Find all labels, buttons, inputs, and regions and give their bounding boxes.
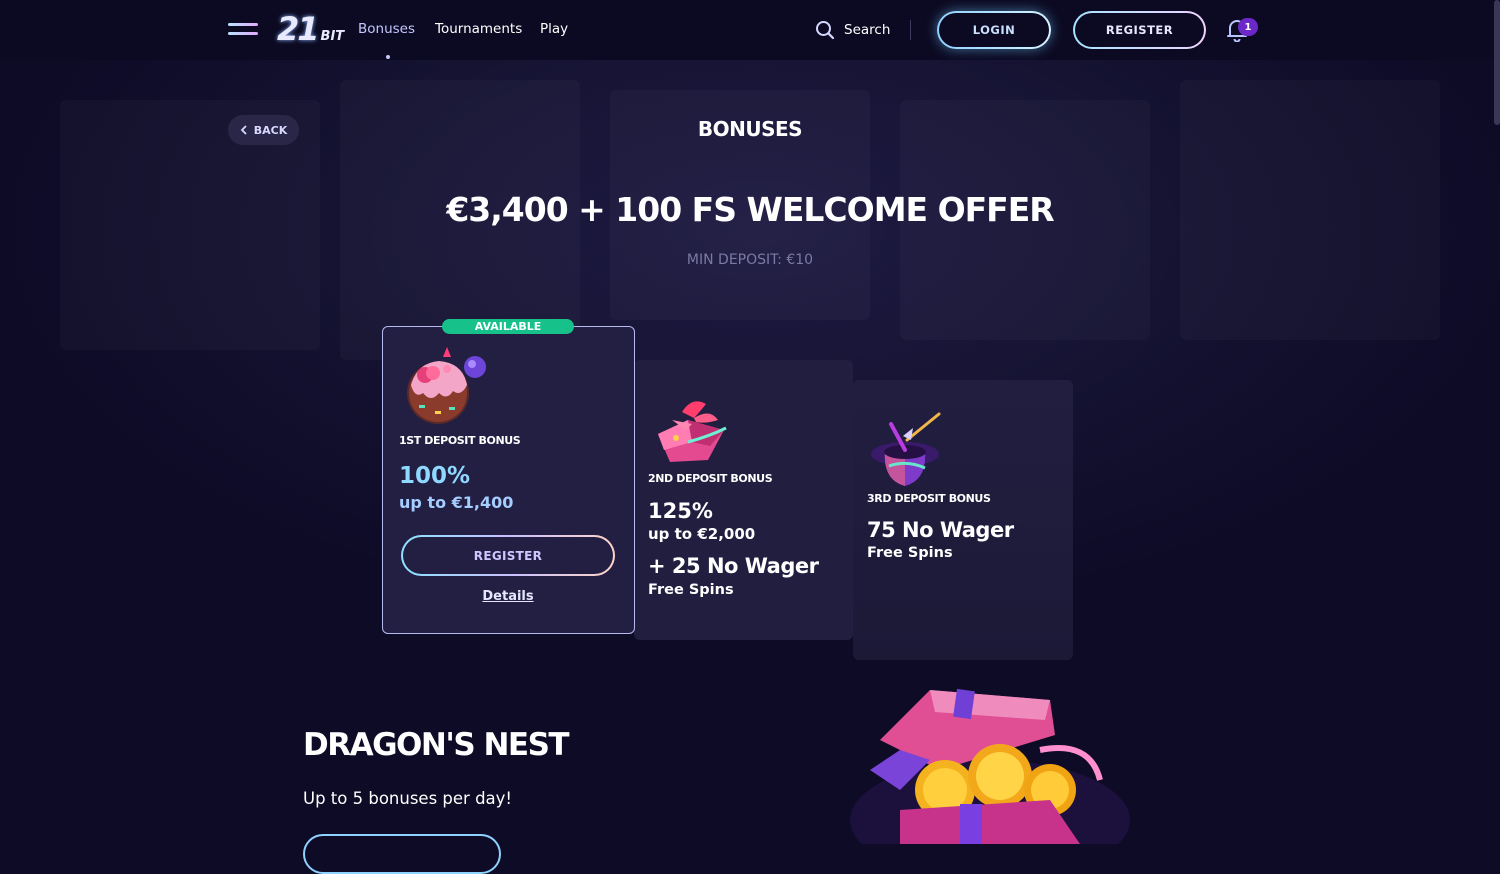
nav-play[interactable]: Play bbox=[540, 21, 568, 37]
card-small: Free Spins bbox=[867, 545, 953, 561]
available-badge: AVAILABLE bbox=[442, 319, 574, 334]
logo-number: 21 bbox=[277, 10, 320, 48]
card-percent: 100% bbox=[399, 463, 471, 489]
search-button[interactable]: Search bbox=[815, 20, 890, 40]
card-upto: up to €1,400 bbox=[399, 493, 514, 512]
magic-hat-icon bbox=[871, 412, 941, 486]
card-title: 1ST DEPOSIT BONUS bbox=[399, 434, 521, 447]
logo[interactable]: 21 BIT bbox=[277, 10, 345, 48]
card-extra-big: + 25 No Wager bbox=[648, 554, 819, 578]
search-label: Search bbox=[844, 22, 891, 38]
gift-icon bbox=[658, 401, 727, 462]
treasure-chest-icon bbox=[850, 688, 1130, 844]
card-big: 75 No Wager bbox=[867, 518, 1014, 542]
donut-icon bbox=[407, 347, 486, 424]
dragons-nest-subtitle: Up to 5 bonuses per day! bbox=[303, 789, 513, 808]
menu-icon[interactable] bbox=[228, 21, 258, 39]
card-title: 3RD DEPOSIT BONUS bbox=[867, 492, 991, 505]
register-button[interactable]: REGISTER bbox=[1073, 11, 1206, 49]
top-header: 21 BIT Bonuses Tournaments Play Search L… bbox=[0, 0, 1500, 60]
header-divider bbox=[910, 20, 911, 40]
card-percent: 125% bbox=[648, 499, 713, 523]
login-button[interactable]: LOGIN bbox=[937, 11, 1051, 49]
page-title: BONUSES bbox=[697, 117, 803, 141]
min-deposit-text: MIN DEPOSIT: €10 bbox=[686, 252, 814, 268]
card-title: 2ND DEPOSIT BONUS bbox=[648, 472, 773, 485]
notification-badge: 1 bbox=[1238, 18, 1258, 36]
details-link[interactable]: Details bbox=[383, 589, 633, 604]
first-deposit-card: 1ST DEPOSIT BONUS 100% up to €1,400 REGI… bbox=[382, 326, 635, 634]
search-icon bbox=[816, 21, 835, 40]
card-extra-small: Free Spins bbox=[648, 582, 734, 598]
scrollbar[interactable] bbox=[1494, 0, 1500, 125]
dragons-nest-button[interactable] bbox=[303, 834, 501, 874]
nav-bonuses[interactable]: Bonuses bbox=[358, 21, 415, 37]
welcome-offer-title: €3,400 + 100 FS WELCOME OFFER bbox=[446, 190, 1054, 229]
card-upto: up to €2,000 bbox=[648, 525, 756, 543]
dragons-nest-title: DRAGON'S NEST bbox=[303, 727, 570, 763]
card-register-button[interactable]: REGISTER bbox=[401, 535, 615, 576]
second-deposit-card: 2ND DEPOSIT BONUS 125% up to €2,000 + 25… bbox=[634, 360, 853, 640]
third-deposit-card: 3RD DEPOSIT BONUS 75 No Wager Free Spins bbox=[853, 380, 1073, 660]
logo-suffix: BIT bbox=[320, 29, 345, 44]
nav-tournaments[interactable]: Tournaments bbox=[435, 21, 522, 37]
active-nav-indicator bbox=[386, 55, 390, 59]
